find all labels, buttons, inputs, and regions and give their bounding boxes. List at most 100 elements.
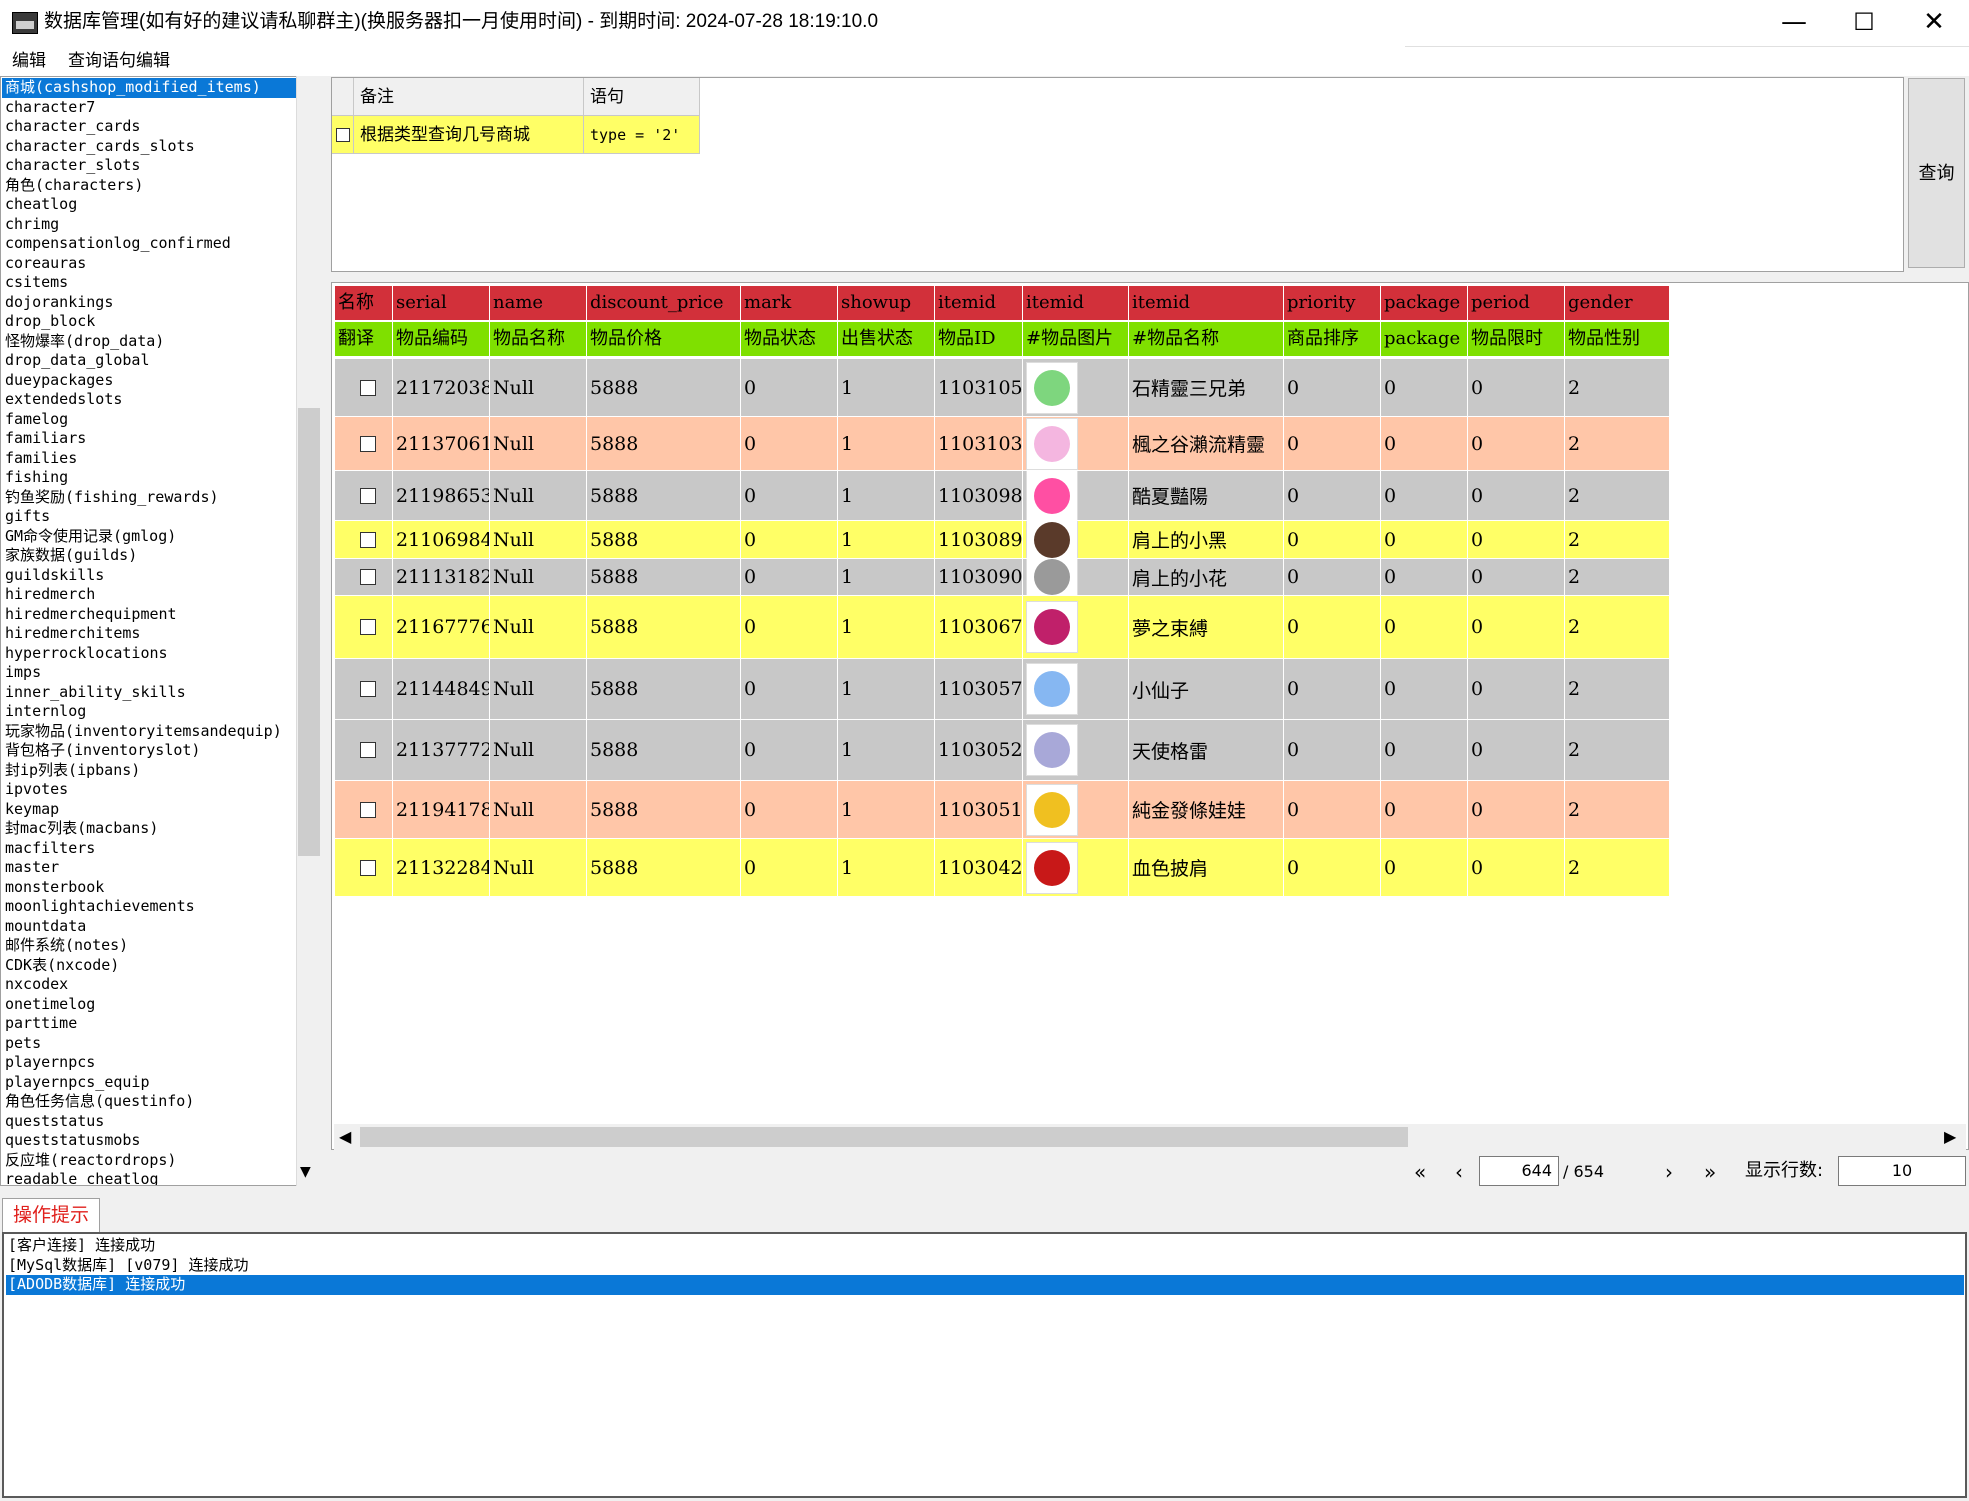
cell-checkbox[interactable] [335,596,393,659]
cell-checkbox[interactable] [335,720,393,781]
row-checkbox[interactable] [360,531,376,548]
log-line[interactable]: [ADODB数据库] 连接成功 [6,1275,1964,1295]
table-list-item[interactable]: fishing [5,468,297,488]
table-list-item[interactable]: 封ip列表(ipbans) [5,761,297,781]
table-list-item[interactable]: 封mac列表(macbans) [5,819,297,839]
table-list-item[interactable]: 钓鱼奖励(fishing_rewards) [5,488,297,508]
cell-checkbox[interactable] [335,359,393,417]
row-checkbox[interactable] [360,569,376,585]
table-list-item[interactable]: readable_cheatlog [5,1170,297,1185]
table-list-item[interactable]: queststatus [5,1112,297,1132]
table-row[interactable]: 21198653 Null 5888 0 1 1103098 酷夏豔陽 0 0 0 2 [335,471,1968,521]
query-row-checkbox-cell[interactable] [332,116,354,154]
cell-checkbox[interactable] [335,839,393,897]
grid-header-field[interactable]: itemid [935,286,1023,320]
table-list-item[interactable]: ipvotes [5,780,297,800]
grid-header-field[interactable]: itemid [1129,286,1284,320]
grid-header-field[interactable]: 名称 [335,286,393,320]
table-row[interactable]: 21106984 Null 5888 0 1 1103089 肩上的小黑 0 0 0 2 [335,521,1968,559]
table-list[interactable]: 商城(cashshop_modified_items) character7 cha… [0,76,322,1186]
table-list-item[interactable]: 家族数据(guilds) [5,546,297,566]
table-list-item[interactable]: character_slots [5,156,297,176]
table-list-item[interactable]: drop_data_global [5,351,297,371]
table-list-item[interactable]: CDK表(nxcode) [5,956,297,976]
menu-query-edit[interactable]: 查询语句编辑 [68,50,170,72]
table-row[interactable]: 21144849 Null 5888 0 1 1103057 小仙子 0 0 0 2 [335,659,1968,720]
table-list-item[interactable]: internlog [5,702,297,722]
query-button[interactable]: 查询 [1908,78,1965,268]
grid-header-field[interactable]: name [490,286,587,320]
table-list-item[interactable]: extendedslots [5,390,297,410]
row-checkbox[interactable] [360,379,376,396]
scroll-right-icon[interactable]: ▶ [1944,1125,1956,1149]
maximize-button[interactable]: ☐ [1829,0,1899,46]
table-list-item[interactable]: playernpcs [5,1053,297,1073]
table-list-item[interactable]: 角色(characters) [5,176,297,196]
table-list-item[interactable]: compensationlog_confirmed [5,234,297,254]
row-checkbox[interactable] [360,619,376,635]
table-list-item[interactable]: queststatusmobs [5,1131,297,1151]
cell-checkbox[interactable] [335,559,393,596]
table-list-item[interactable]: pets [5,1034,297,1054]
table-row[interactable]: 21113182 Null 5888 0 1 1103090 肩上的小花 0 0 0 2 [335,559,1968,596]
table-list-item[interactable]: drop_block [5,312,297,332]
table-list-item[interactable]: moonlightachievements [5,897,297,917]
table-list-item[interactable]: hiredmerch [5,585,297,605]
next-page-button[interactable]: › [1665,1158,1673,1186]
grid-header-field[interactable]: itemid [1023,286,1129,320]
log-line[interactable]: [客户连接] 连接成功 [8,1236,155,1256]
grid-header-field[interactable]: showup [838,286,935,320]
table-row[interactable]: 21172038 Null 5888 0 1 1103105 石精靈三兄弟 0 0 0 2 [335,359,1968,417]
grid-horizontal-scroll-thumb[interactable] [360,1127,1408,1147]
row-checkbox[interactable] [360,742,376,758]
rows-per-page-input[interactable]: 10 [1838,1156,1966,1186]
tab-operation-tips[interactable]: 操作提示 [2,1198,100,1232]
grid-header-field[interactable]: priority [1284,286,1381,320]
first-page-button[interactable]: « [1414,1158,1426,1186]
table-list-item[interactable]: character7 [5,98,297,118]
query-row-statement[interactable]: type = '2' [584,116,700,154]
cell-checkbox[interactable] [335,471,393,521]
table-list-item[interactable]: nxcodex [5,975,297,995]
table-list-item[interactable]: dueypackages [5,371,297,391]
table-list-item[interactable]: 怪物爆率(drop_data) [5,332,297,352]
table-list-item[interactable]: playernpcs_equip [5,1073,297,1093]
table-list-item[interactable]: 玩家物品(inventoryitemsandequip) [5,722,297,742]
table-list-item[interactable]: coreauras [5,254,297,274]
table-list-item[interactable]: character_cards_slots [5,137,297,157]
table-list-item[interactable]: chrimg [5,215,297,235]
table-row[interactable]: 21137772 Null 5888 0 1 1103052 天使格雷 0 0 0 2 [335,720,1968,781]
table-list-item[interactable]: hyperrocklocations [5,644,297,664]
table-list-item[interactable]: monsterbook [5,878,297,898]
table-list-item[interactable]: master [5,858,297,878]
table-list-item[interactable]: 邮件系统(notes) [5,936,297,956]
table-list-item[interactable]: onetimelog [5,995,297,1015]
row-checkbox[interactable] [360,801,376,818]
row-checkbox[interactable] [360,487,376,504]
table-list-item[interactable]: 背包格子(inventoryslot) [5,741,297,761]
table-list-item[interactable]: famelog [5,410,297,430]
close-button[interactable]: ✕ [1899,0,1969,46]
query-row-note[interactable]: 根据类型查询几号商城 [354,116,584,154]
table-list-item[interactable]: macfilters [5,839,297,859]
table-list-item[interactable]: csitems [5,273,297,293]
row-checkbox[interactable] [360,435,376,452]
grid-header-field[interactable]: period [1468,286,1565,320]
table-list-item[interactable]: hiredmerchitems [5,624,297,644]
table-list-item[interactable]: guildskills [5,566,297,586]
table-list-item[interactable]: 反应堆(reactordrops) [5,1151,297,1171]
grid-header-field[interactable]: discount_price [587,286,741,320]
table-list-item[interactable]: gifts [5,507,297,527]
table-list-item[interactable]: dojorankings [5,293,297,313]
table-row[interactable]: 21132284 Null 5888 0 1 1103042 血色披肩 0 0 0 2 [335,839,1968,897]
table-list-item[interactable]: keymap [5,800,297,820]
cell-checkbox[interactable] [335,521,393,559]
grid-header-field[interactable]: mark [741,286,838,320]
table-list-item[interactable]: families [5,449,297,469]
table-list-item[interactable]: hiredmerchequipment [5,605,297,625]
table-list-item[interactable]: GM命令使用记录(gmlog) [5,527,297,547]
grid-header-field[interactable]: gender [1565,286,1670,320]
table-list-item[interactable]: familiars [5,429,297,449]
grid-header-field[interactable]: package [1381,286,1468,320]
table-list-item[interactable]: cheatlog [5,195,297,215]
